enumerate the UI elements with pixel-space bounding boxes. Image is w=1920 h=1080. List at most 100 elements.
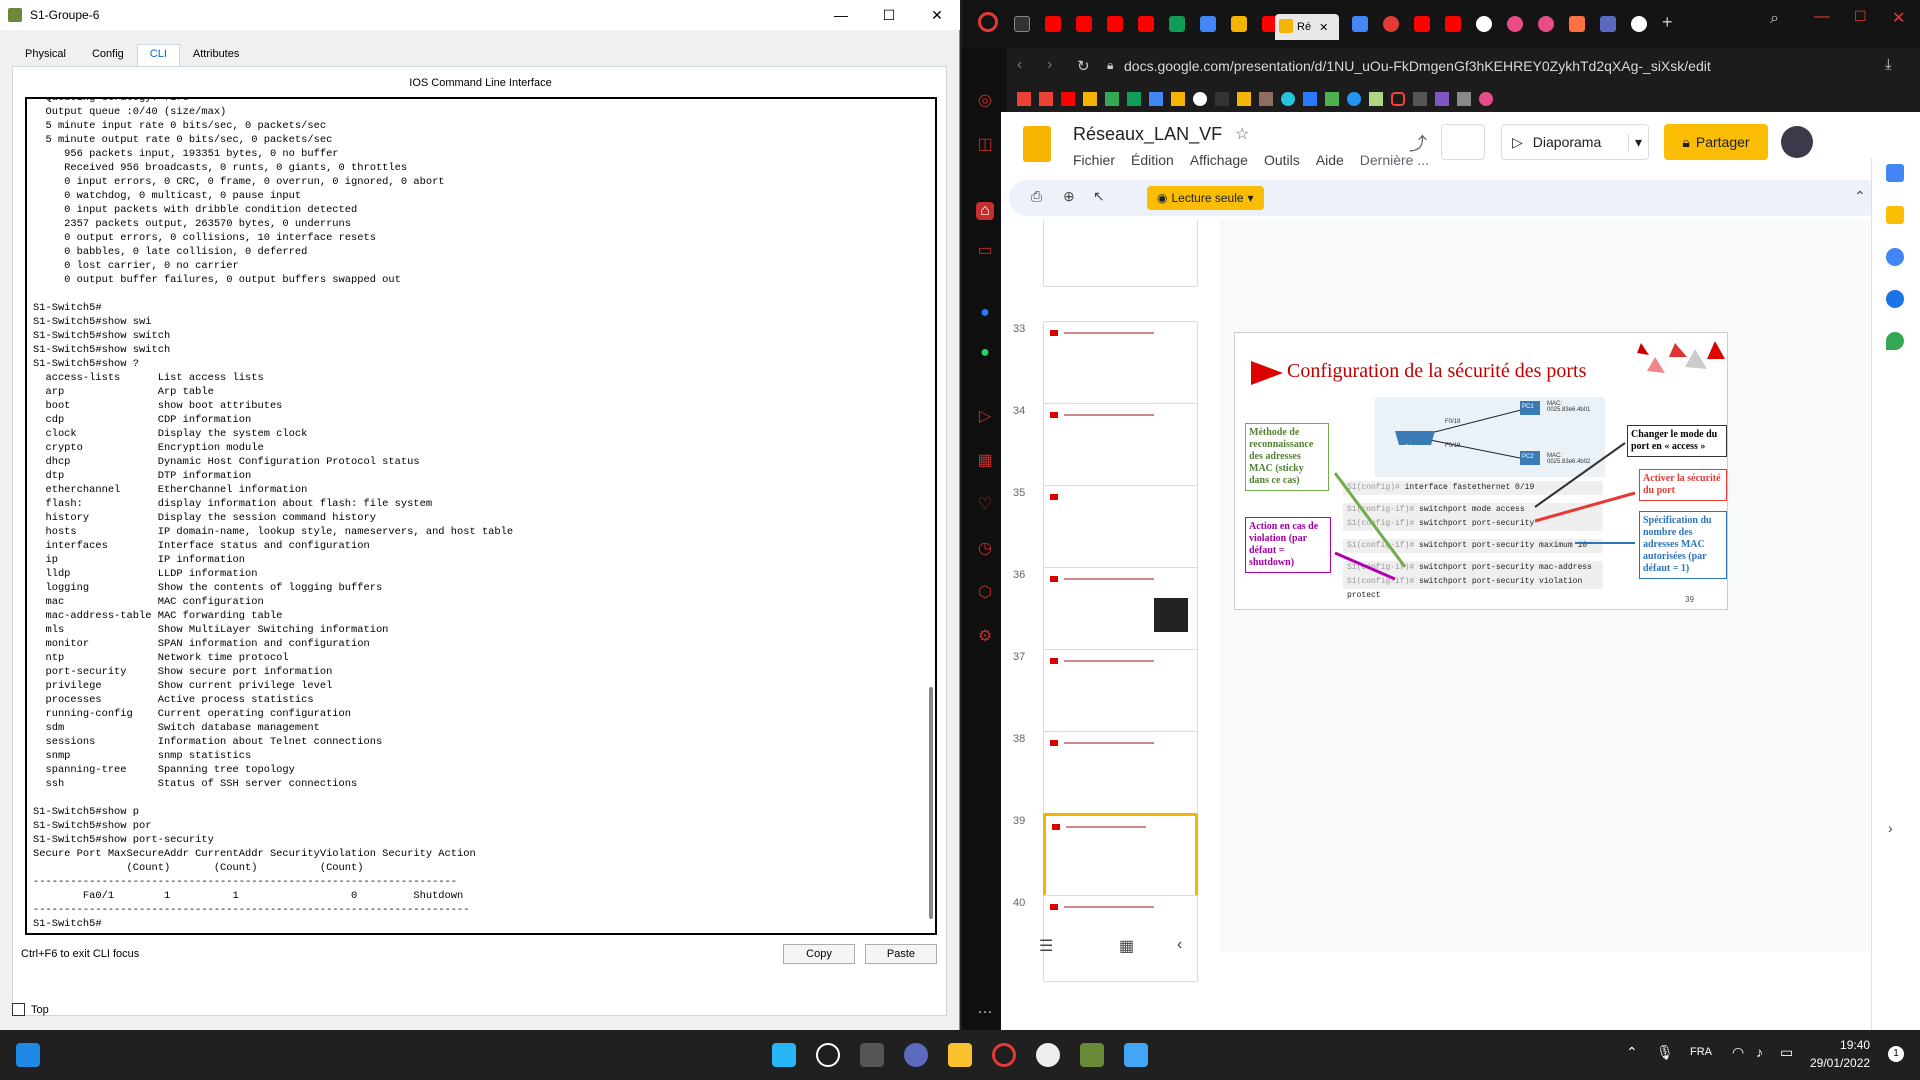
avatar[interactable]	[1781, 126, 1813, 158]
checkbox-icon[interactable]	[12, 1003, 25, 1016]
packet-tracer-icon[interactable]	[1080, 1043, 1104, 1067]
youtube-tab-icon[interactable]	[1138, 16, 1154, 32]
slide-thumbnail[interactable]	[1043, 321, 1198, 408]
tab-attributes[interactable]: Attributes	[180, 44, 252, 66]
tab-config[interactable]: Config	[79, 44, 137, 66]
docs-tab-icon[interactable]	[1200, 16, 1216, 32]
home-icon[interactable]: ⌂	[976, 202, 994, 220]
bookmark-icon[interactable]	[1413, 92, 1427, 106]
clock[interactable]: 19:40 29/01/2022	[1810, 1036, 1870, 1072]
dribbble-bookmark-icon[interactable]	[1479, 92, 1493, 106]
slides-tab-icon[interactable]	[1231, 16, 1247, 32]
bookmark-icon[interactable]	[1325, 92, 1339, 106]
read-only-badge[interactable]: ◉ Lecture seule ▾	[1147, 186, 1264, 210]
activity-icon[interactable]: ⤴	[1409, 130, 1427, 156]
keep-icon[interactable]	[1886, 206, 1904, 224]
bookmark-icon[interactable]	[1259, 92, 1273, 106]
file-explorer-icon[interactable]	[948, 1043, 972, 1067]
cli-scrollbar[interactable]	[929, 687, 933, 919]
widgets-icon[interactable]	[16, 1043, 40, 1067]
slide-thumbnail-selected[interactable]	[1043, 813, 1198, 900]
minimize-icon[interactable]: —	[1814, 8, 1830, 26]
google-tab-icon[interactable]	[1631, 16, 1647, 32]
slide-thumbnail[interactable]	[1043, 403, 1198, 490]
youtube-tab-icon[interactable]	[1107, 16, 1123, 32]
maps-bookmark-icon[interactable]	[1105, 92, 1119, 106]
speed-dial-icon[interactable]: ◎	[976, 92, 994, 110]
print-icon[interactable]: ⎙	[1031, 188, 1042, 205]
tray-chevron-icon[interactable]: ⌃	[1626, 1044, 1638, 1061]
heart-icon[interactable]: ♡	[976, 496, 994, 514]
whatsapp-icon[interactable]: ●	[976, 344, 994, 362]
menu-edition[interactable]: Édition	[1131, 152, 1174, 168]
paste-button[interactable]: Paste	[865, 944, 937, 964]
youtube-bookmark-icon[interactable]	[1061, 92, 1075, 106]
tab-physical[interactable]: Physical	[12, 44, 79, 66]
collapse-panel-icon[interactable]: ‹	[1177, 936, 1182, 954]
document-title[interactable]: Réseaux_LAN_VF	[1073, 124, 1222, 145]
docs-bookmark-icon[interactable]	[1149, 92, 1163, 106]
google-tab-icon[interactable]	[1476, 16, 1492, 32]
bookmark-icon[interactable]	[1347, 92, 1361, 106]
workspaces-icon[interactable]: ▦	[976, 452, 994, 470]
slides-bookmark-icon[interactable]	[1171, 92, 1185, 106]
github-bookmark-icon[interactable]	[1193, 92, 1207, 106]
task-view-icon[interactable]	[860, 1043, 884, 1067]
bookmark-icon[interactable]	[1457, 92, 1471, 106]
chat-icon[interactable]	[904, 1043, 928, 1067]
app-icon[interactable]	[1036, 1043, 1060, 1067]
gamepad-tab-icon[interactable]	[1014, 16, 1030, 32]
copy-button[interactable]: Copy	[783, 944, 855, 964]
gamepad-icon[interactable]: ▭	[976, 242, 994, 260]
back-icon[interactable]: ‹	[1017, 56, 1022, 74]
list-view-icon[interactable]: ☰	[1039, 936, 1053, 956]
menu-affichage[interactable]: Affichage	[1190, 152, 1248, 168]
expand-panel-icon[interactable]: ›	[1888, 820, 1893, 836]
search-icon[interactable]	[816, 1043, 840, 1067]
minimize-button[interactable]: —	[818, 0, 864, 30]
youtube-tab-icon[interactable]	[1045, 16, 1061, 32]
gmail-bookmark-icon[interactable]	[1039, 92, 1053, 106]
reload-icon[interactable]: ↻	[1077, 57, 1090, 75]
language-indicator[interactable]: FRA	[1690, 1046, 1712, 1058]
shopping-icon[interactable]: ◫	[976, 136, 994, 154]
active-tab[interactable]: Ré ✕	[1275, 14, 1339, 40]
share-button[interactable]: 🔒︎ Partager	[1664, 124, 1768, 160]
star-icon[interactable]: ☆	[1235, 124, 1249, 144]
translate-tab-icon[interactable]	[1600, 16, 1616, 32]
bookmark-icon[interactable]	[1369, 92, 1383, 106]
grid-view-icon[interactable]: ▦	[1119, 936, 1134, 956]
calendar-icon[interactable]	[1886, 164, 1904, 182]
slide-thumbnail[interactable]	[1043, 731, 1198, 818]
youtube-tab-icon[interactable]	[1414, 16, 1430, 32]
zoom-icon[interactable]: ⊕	[1063, 188, 1075, 205]
close-icon[interactable]: ✕	[1892, 8, 1905, 28]
dribbble-tab-icon[interactable]	[1538, 16, 1554, 32]
gmail-bookmark-icon[interactable]	[1017, 92, 1031, 106]
bookmark-icon[interactable]	[1281, 92, 1295, 106]
cli-terminal[interactable]: Queueing strategy: fifo Output queue :0/…	[25, 97, 937, 935]
slides-logo-icon[interactable]	[1023, 126, 1051, 162]
menu-outils[interactable]: Outils	[1264, 152, 1300, 168]
messenger-icon[interactable]: ●	[976, 304, 994, 322]
docs-tab-icon[interactable]	[1352, 16, 1368, 32]
slide-thumbnail[interactable]	[1043, 485, 1198, 572]
maximize-icon[interactable]: ☐	[1854, 8, 1867, 25]
chevron-down-icon[interactable]: ▾	[1627, 133, 1648, 151]
volume-icon[interactable]: ♪	[1756, 1044, 1763, 1060]
slide-thumbnail[interactable]	[1043, 567, 1198, 654]
slideshow-button[interactable]: ▷ Diaporama ▾	[1501, 124, 1649, 160]
bookmark-icon[interactable]	[1237, 92, 1251, 106]
maps-icon[interactable]	[1886, 332, 1904, 350]
app-tab-icon[interactable]	[1569, 16, 1585, 32]
settings-icon[interactable]: ⚙	[976, 628, 994, 646]
start-icon[interactable]	[772, 1043, 796, 1067]
slide-thumbnail[interactable]	[1043, 649, 1198, 736]
player-icon[interactable]: ▷	[976, 408, 994, 426]
close-tab-icon[interactable]: ✕	[1319, 21, 1328, 34]
present-options-button[interactable]	[1441, 124, 1485, 160]
slide-thumbnail[interactable]	[1043, 220, 1198, 287]
opera-logo-icon[interactable]	[978, 12, 998, 32]
collapse-icon[interactable]: ⌃	[1854, 188, 1866, 205]
top-checkbox[interactable]: Top	[12, 1003, 49, 1016]
